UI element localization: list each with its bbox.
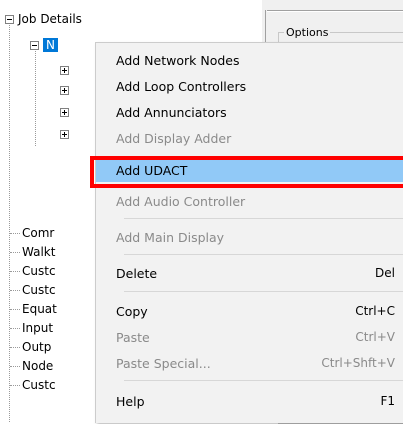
- menu-item-delete[interactable]: Delete Del: [96, 261, 403, 285]
- tree-item[interactable]: Node: [10, 359, 53, 373]
- expand-icon[interactable]: [60, 66, 69, 75]
- tree-item[interactable]: Custc: [10, 283, 56, 297]
- menu-item-copy[interactable]: Copy Ctrl+C: [96, 299, 403, 323]
- tree-item[interactable]: Equat: [10, 302, 57, 316]
- collapse-icon[interactable]: [30, 40, 39, 50]
- menu-separator: [124, 254, 403, 255]
- panel-top-border: [267, 10, 403, 12]
- tree-guide-line-child: [35, 46, 36, 146]
- menu-item-add-annunciators[interactable]: Add Annunciators: [96, 100, 403, 124]
- context-menu: Add Network Nodes Add Loop Controllers A…: [90, 42, 403, 423]
- tree-root-label: Job Details: [18, 12, 82, 26]
- tree-item[interactable]: Outp: [10, 340, 51, 354]
- menu-item-add-udact[interactable]: Add UDACT: [90, 156, 403, 188]
- tree-item[interactable]: Walkt: [10, 245, 55, 259]
- tree-root-job-details[interactable]: Job Details: [5, 12, 82, 26]
- menu-separator: [124, 218, 403, 219]
- menu-separator: [124, 380, 403, 381]
- menu-item-paste[interactable]: Paste Ctrl+V: [96, 325, 403, 349]
- tree-item[interactable]: Custc: [10, 264, 56, 278]
- annotation-highlight-box: [90, 156, 403, 188]
- collapse-icon[interactable]: [5, 14, 14, 24]
- menu-item-add-audio-controller[interactable]: Add Audio Controller: [96, 189, 403, 213]
- tree-item[interactable]: Input: [10, 321, 53, 335]
- options-group-label: Options: [284, 26, 331, 39]
- expand-icon[interactable]: [60, 108, 69, 117]
- tree-item[interactable]: Comr: [10, 226, 54, 240]
- expand-icon[interactable]: [60, 86, 69, 95]
- tree-node-selected[interactable]: N: [30, 38, 58, 52]
- menu-separator: [124, 291, 403, 292]
- expand-icon[interactable]: [60, 130, 69, 139]
- menu-item-add-display-adder[interactable]: Add Display Adder: [96, 126, 403, 150]
- menu-item-paste-special[interactable]: Paste Special... Ctrl+Shft+V: [96, 351, 403, 375]
- menu-item-add-loop-controllers[interactable]: Add Loop Controllers: [96, 74, 403, 98]
- menu-item-help[interactable]: Help F1: [96, 389, 403, 413]
- menu-item-add-main-display[interactable]: Add Main Display: [96, 225, 403, 249]
- tree-node-selected-label: N: [43, 38, 58, 52]
- tree-item[interactable]: Custc: [10, 378, 56, 392]
- menu-item-add-network-nodes[interactable]: Add Network Nodes: [96, 48, 403, 72]
